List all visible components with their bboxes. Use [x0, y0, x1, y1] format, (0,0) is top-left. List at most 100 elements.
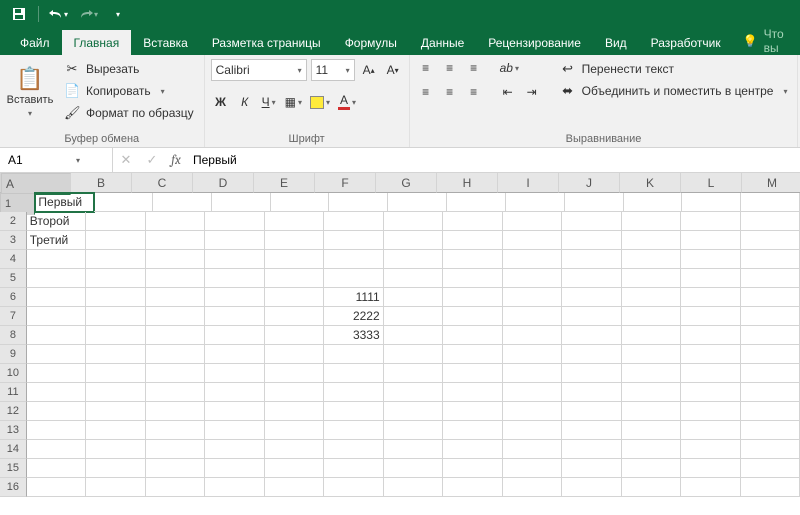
row-header-16[interactable]: 16: [0, 478, 27, 497]
cell-J15[interactable]: [562, 459, 621, 478]
cell-A8[interactable]: [27, 326, 86, 345]
cell-A13[interactable]: [27, 421, 86, 440]
cell-D4[interactable]: [205, 250, 264, 269]
row-header-15[interactable]: 15: [0, 459, 27, 478]
cell-E4[interactable]: [265, 250, 324, 269]
cell-K8[interactable]: [622, 326, 681, 345]
cell-G12[interactable]: [384, 402, 443, 421]
cell-M10[interactable]: [741, 364, 800, 383]
cell-G15[interactable]: [384, 459, 443, 478]
cell-L3[interactable]: [681, 231, 740, 250]
cell-A7[interactable]: [27, 307, 86, 326]
cell-D14[interactable]: [205, 440, 264, 459]
cell-K11[interactable]: [622, 383, 681, 402]
row-header-9[interactable]: 9: [0, 345, 27, 364]
font-size-select[interactable]: 11▾: [311, 59, 355, 81]
cell-D7[interactable]: [205, 307, 264, 326]
cell-J12[interactable]: [562, 402, 621, 421]
bold-button[interactable]: Ж: [211, 93, 231, 111]
cell-D12[interactable]: [205, 402, 264, 421]
cell-B11[interactable]: [86, 383, 145, 402]
cell-L10[interactable]: [681, 364, 740, 383]
cell-M2[interactable]: [741, 212, 800, 231]
cell-C8[interactable]: [146, 326, 205, 345]
cell-M15[interactable]: [741, 459, 800, 478]
cell-L6[interactable]: [681, 288, 740, 307]
tab-review[interactable]: Рецензирование: [476, 30, 593, 55]
cell-C2[interactable]: [146, 212, 205, 231]
cell-A10[interactable]: [27, 364, 86, 383]
cell-F15[interactable]: [324, 459, 383, 478]
tab-data[interactable]: Данные: [409, 30, 476, 55]
cell-I5[interactable]: [503, 269, 562, 288]
cell-M8[interactable]: [741, 326, 800, 345]
column-header-H[interactable]: H: [437, 173, 498, 193]
cell-I14[interactable]: [503, 440, 562, 459]
row-header-5[interactable]: 5: [0, 269, 27, 288]
cell-C4[interactable]: [146, 250, 205, 269]
cell-G9[interactable]: [384, 345, 443, 364]
cell-H2[interactable]: [443, 212, 502, 231]
underline-button[interactable]: Ч: [259, 93, 279, 111]
cell-A6[interactable]: [27, 288, 86, 307]
cell-G11[interactable]: [384, 383, 443, 402]
cell-D6[interactable]: [205, 288, 264, 307]
cell-H8[interactable]: [443, 326, 502, 345]
cell-J13[interactable]: [562, 421, 621, 440]
cell-L12[interactable]: [681, 402, 740, 421]
italic-button[interactable]: К: [235, 93, 255, 111]
row-header-11[interactable]: 11: [0, 383, 27, 402]
tab-developer[interactable]: Разработчик: [639, 30, 733, 55]
tab-view[interactable]: Вид: [593, 30, 639, 55]
cell-L15[interactable]: [681, 459, 740, 478]
cell-G8[interactable]: [384, 326, 443, 345]
row-header-4[interactable]: 4: [0, 250, 27, 269]
merge-center-button[interactable]: ⬌Объединить и поместить в центре▾: [556, 81, 792, 101]
format-painter-button[interactable]: 🖌Формат по образцу: [60, 103, 198, 123]
cell-I16[interactable]: [503, 478, 562, 497]
cell-I7[interactable]: [503, 307, 562, 326]
cell-G5[interactable]: [384, 269, 443, 288]
cell-E2[interactable]: [265, 212, 324, 231]
cell-G6[interactable]: [384, 288, 443, 307]
cell-E8[interactable]: [265, 326, 324, 345]
cell-F9[interactable]: [324, 345, 383, 364]
align-right-button[interactable]: ≡: [464, 83, 484, 101]
cancel-formula-button[interactable]: ✕: [113, 148, 139, 172]
cell-K4[interactable]: [622, 250, 681, 269]
cell-F12[interactable]: [324, 402, 383, 421]
cell-C5[interactable]: [146, 269, 205, 288]
cell-G10[interactable]: [384, 364, 443, 383]
cell-J3[interactable]: [562, 231, 621, 250]
cell-M12[interactable]: [741, 402, 800, 421]
cell-K5[interactable]: [622, 269, 681, 288]
font-name-select[interactable]: Calibri▾: [211, 59, 307, 81]
cell-M13[interactable]: [741, 421, 800, 440]
cell-C14[interactable]: [146, 440, 205, 459]
cell-F10[interactable]: [324, 364, 383, 383]
row-header-14[interactable]: 14: [0, 440, 27, 459]
cell-D8[interactable]: [205, 326, 264, 345]
cell-H16[interactable]: [443, 478, 502, 497]
cell-G14[interactable]: [384, 440, 443, 459]
cell-C16[interactable]: [146, 478, 205, 497]
cell-I3[interactable]: [503, 231, 562, 250]
cell-F1[interactable]: [329, 193, 388, 212]
cut-button[interactable]: ✂Вырезать: [60, 59, 198, 79]
cell-H4[interactable]: [443, 250, 502, 269]
decrease-indent-button[interactable]: ⇤: [498, 83, 518, 101]
cell-A16[interactable]: [27, 478, 86, 497]
cell-L2[interactable]: [681, 212, 740, 231]
cell-A15[interactable]: [27, 459, 86, 478]
customize-qat-button[interactable]: ▾: [105, 3, 131, 25]
decrease-font-button[interactable]: A▾: [383, 61, 403, 79]
cell-K9[interactable]: [622, 345, 681, 364]
cell-K7[interactable]: [622, 307, 681, 326]
cell-H12[interactable]: [443, 402, 502, 421]
cell-J16[interactable]: [562, 478, 621, 497]
cell-E6[interactable]: [265, 288, 324, 307]
cell-L7[interactable]: [681, 307, 740, 326]
cell-L4[interactable]: [681, 250, 740, 269]
column-header-B[interactable]: B: [71, 173, 132, 193]
align-middle-button[interactable]: ≡: [440, 59, 460, 77]
